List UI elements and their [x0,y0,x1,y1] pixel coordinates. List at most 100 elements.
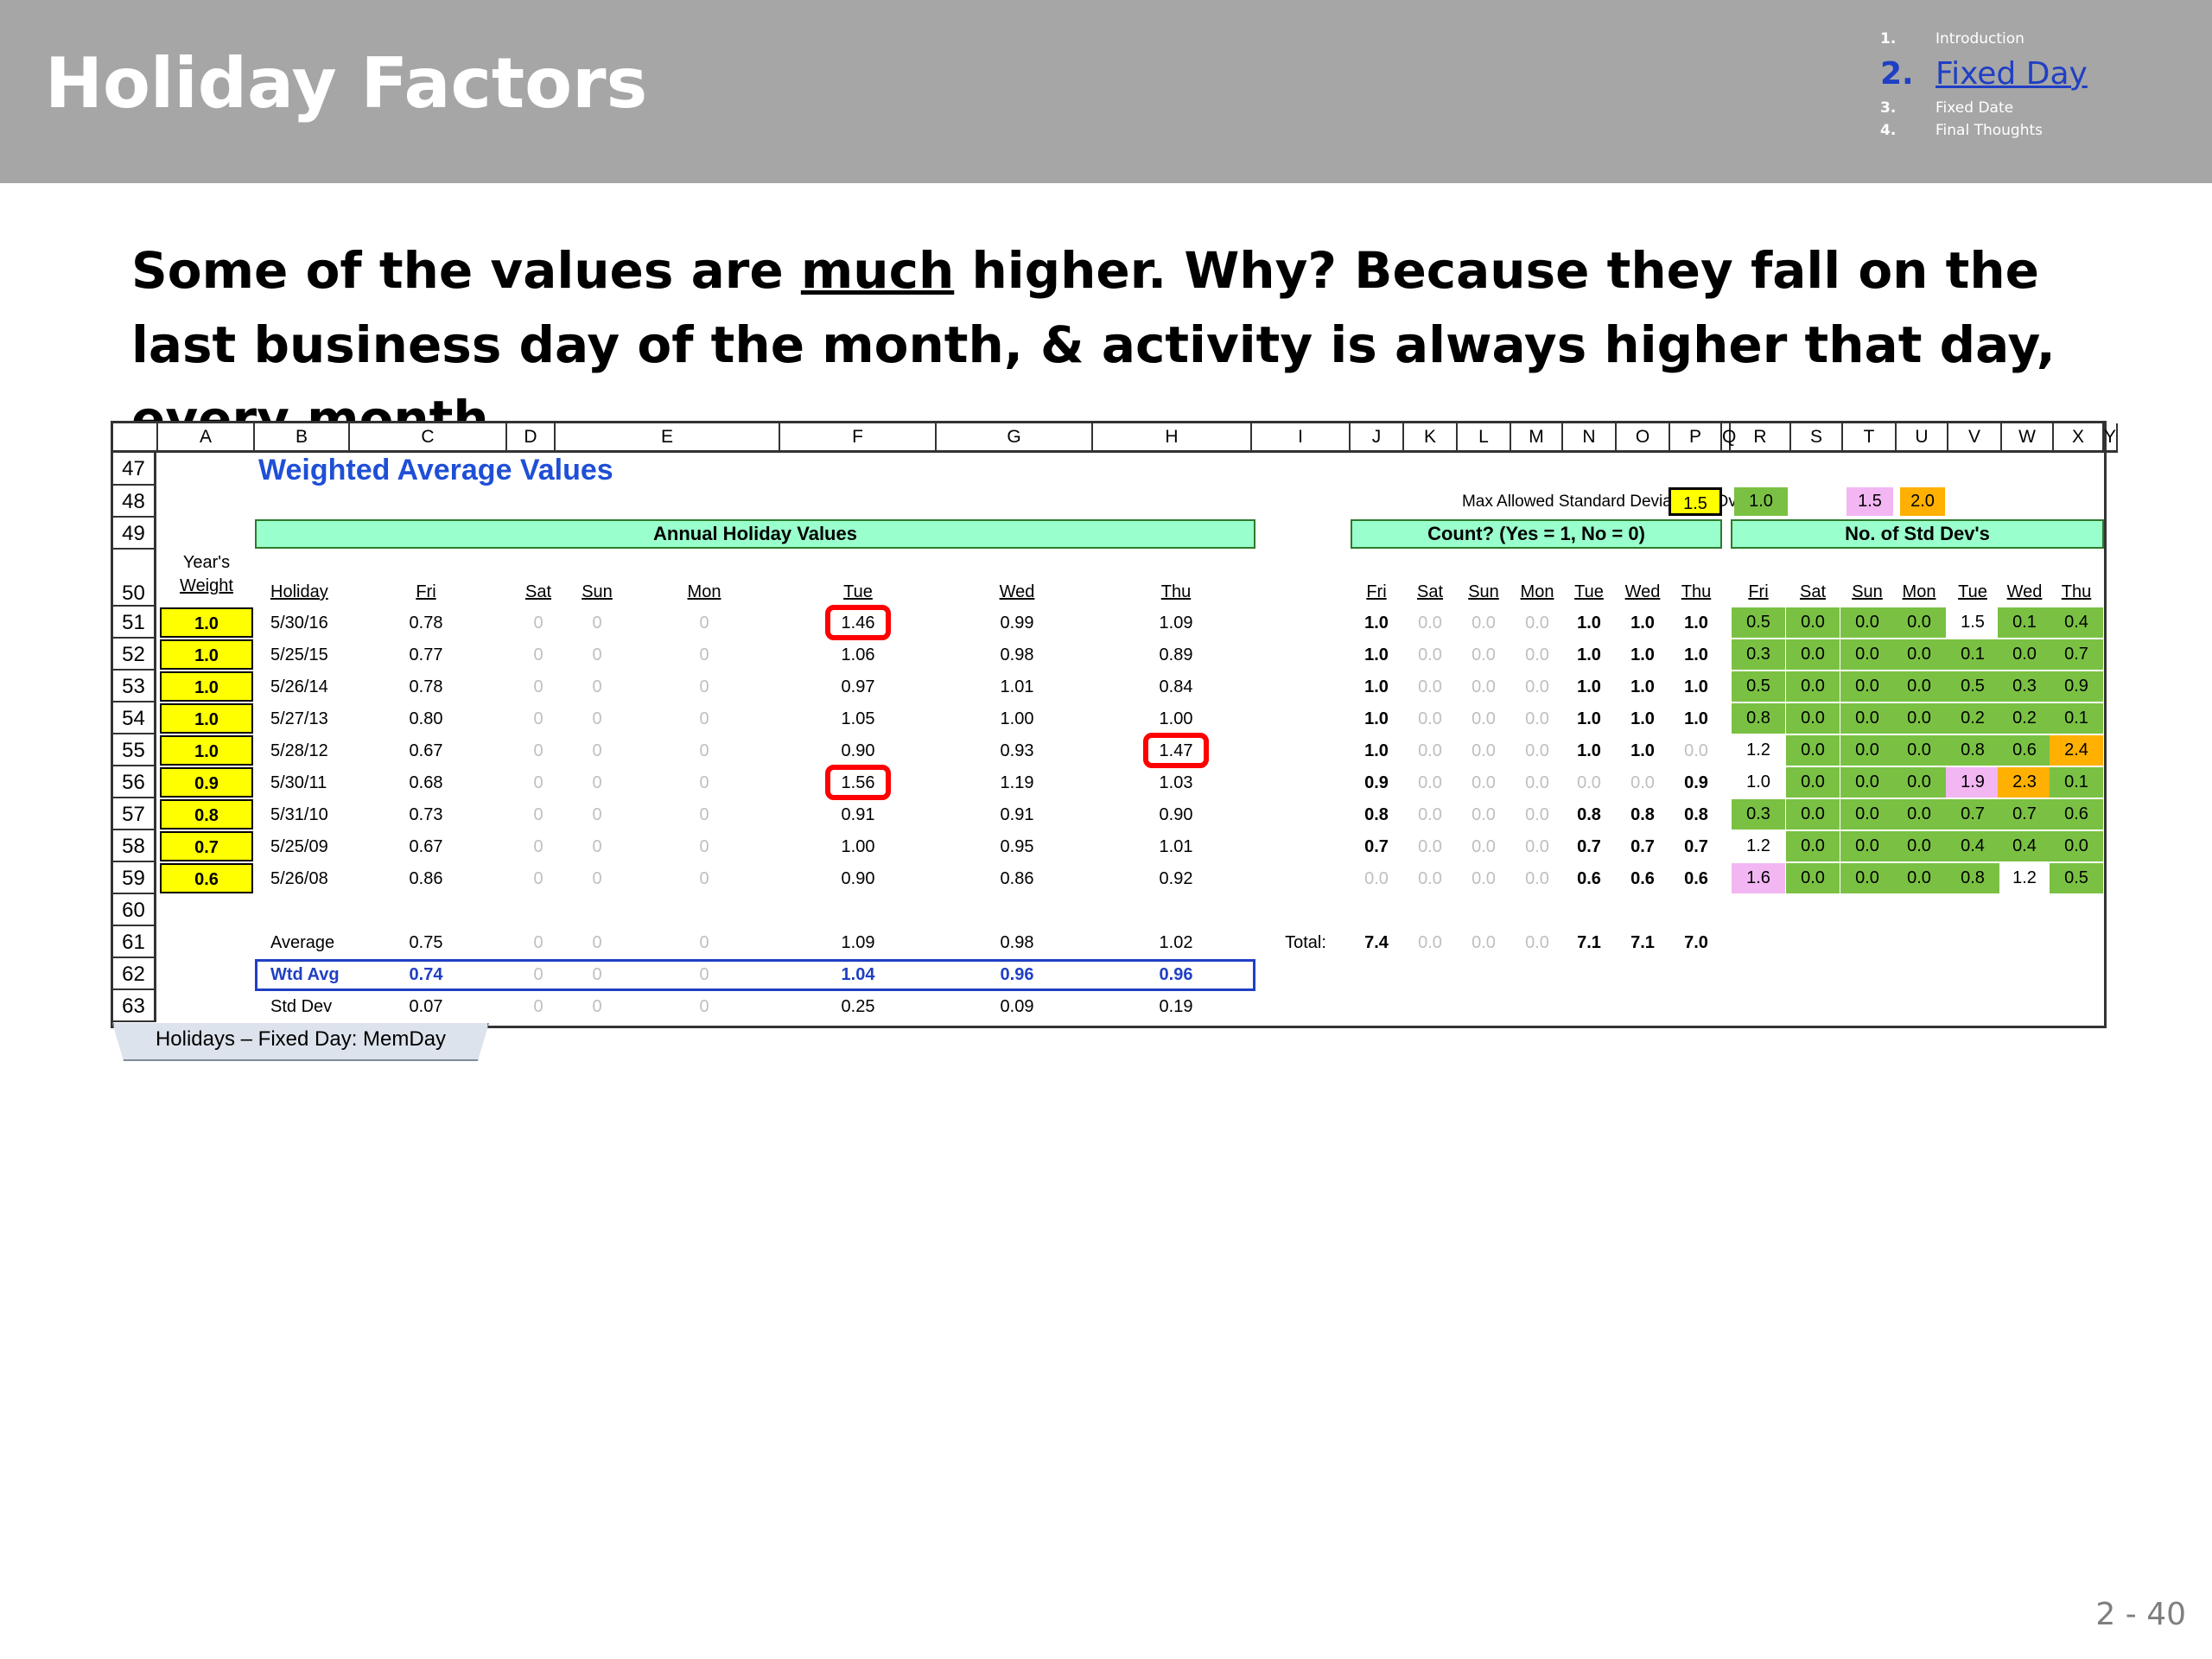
row-header-62[interactable]: 62 [113,958,156,990]
column-header-p[interactable]: P [1670,423,1722,453]
count-cell[interactable]: 0.0 [1458,736,1510,766]
std-dev-cell[interactable]: 0.1 [2050,767,2103,798]
std-dev-cell[interactable]: 0.0 [1840,639,1894,670]
annual-value-cell[interactable]: 0.98 [978,640,1056,670]
std-dev-cell[interactable]: 0.0 [1840,831,1894,861]
annual-value-cell[interactable]: 0 [665,864,743,893]
column-header-a[interactable]: A [158,423,255,453]
column-header-b[interactable]: B [255,423,350,453]
std-dev-cell[interactable]: 0.0 [1786,671,1840,702]
annual-value-cell[interactable]: 0 [665,704,743,734]
count-cell[interactable]: 0.6 [1670,864,1722,893]
std-dev-cell[interactable]: 0.5 [2050,863,2103,893]
annual-value-cell[interactable]: 1.01 [1137,832,1215,861]
count-cell[interactable]: 1.0 [1563,640,1615,670]
count-cell[interactable]: 0.0 [1351,864,1402,893]
std-dev-cell[interactable]: 1.2 [1732,831,1785,861]
max-std-value[interactable]: 1.5 [1669,487,1722,516]
annual-value-cell[interactable]: 0.90 [1137,800,1215,830]
std-dev-value[interactable]: 0.19 [1137,992,1215,1021]
count-cell[interactable]: 0.0 [1511,800,1563,830]
std-dev-cell[interactable]: 0.0 [1892,703,1946,734]
std-dev-cell[interactable]: 0.0 [1892,671,1946,702]
std-dev-cell[interactable]: 0.0 [1840,863,1894,893]
std-dev-cell[interactable]: 0.0 [1840,607,1894,638]
column-header-corner[interactable] [113,423,158,453]
std-dev-cell[interactable]: 2.3 [1998,767,2051,798]
std-dev-cell[interactable]: 0.2 [1946,703,1999,734]
std-dev-cell[interactable]: 2.4 [2050,735,2103,766]
annual-value-cell[interactable]: 0.86 [387,864,465,893]
year-weight-cell[interactable]: 1.0 [160,703,253,734]
std-dev-cell[interactable]: 0.8 [1946,863,1999,893]
annual-value-cell[interactable]: 0.90 [819,736,897,766]
column-header-n[interactable]: N [1563,423,1617,453]
total-value[interactable]: 7.1 [1617,928,1669,957]
std-dev-cell[interactable]: 0.5 [1732,607,1785,638]
total-value[interactable]: 7.1 [1563,928,1615,957]
annual-value-cell[interactable]: 1.19 [978,768,1056,798]
count-cell[interactable]: 1.0 [1617,704,1669,734]
holiday-date-cell[interactable]: 5/30/11 [270,768,357,798]
std-dev-cell[interactable]: 0.4 [1998,831,2051,861]
std-dev-cell[interactable]: 0.7 [2050,639,2103,670]
nav-item-fixed-day[interactable]: 2. Fixed Day [1880,50,2088,97]
count-cell[interactable]: 0.0 [1458,800,1510,830]
holiday-date-cell[interactable]: 5/25/09 [270,832,357,861]
std-dev-cell[interactable]: 0.4 [2050,607,2103,638]
total-value[interactable]: 0.0 [1511,928,1563,957]
average-value[interactable]: 1.02 [1137,928,1215,957]
row-header-52[interactable]: 52 [113,639,156,671]
count-cell[interactable]: 0.0 [1404,800,1456,830]
count-cell[interactable]: 1.0 [1670,672,1722,702]
annual-value-cell[interactable]: 0 [558,800,636,830]
std-dev-cell[interactable]: 0.0 [1892,607,1946,638]
count-cell[interactable]: 1.0 [1351,608,1402,638]
annual-value-cell[interactable]: 0 [558,832,636,861]
holiday-date-cell[interactable]: 5/28/12 [270,736,357,766]
std-dev-cell[interactable]: 0.6 [2050,799,2103,830]
nav-item-fixed-date[interactable]: 3. Fixed Date [1880,97,2088,119]
annual-value-cell[interactable]: 0.97 [819,672,897,702]
std-dev-cell[interactable]: 0.6 [1998,735,2051,766]
holiday-date-cell[interactable]: 5/30/16 [270,608,357,638]
count-cell[interactable]: 1.0 [1617,672,1669,702]
annual-value-cell[interactable]: 0 [665,768,743,798]
year-weight-cell[interactable]: 0.7 [160,831,253,861]
count-cell[interactable]: 0.0 [1511,672,1563,702]
count-cell[interactable]: 0.0 [1458,704,1510,734]
std-dev-cell[interactable]: 0.0 [1892,799,1946,830]
count-cell[interactable]: 1.0 [1563,704,1615,734]
annual-value-cell[interactable]: 0.90 [819,864,897,893]
column-header-j[interactable]: J [1351,423,1404,453]
annual-value-cell[interactable]: 1.00 [978,704,1056,734]
std-dev-cell[interactable]: 0.8 [1732,703,1785,734]
count-cell[interactable]: 0.0 [1511,768,1563,798]
holiday-date-cell[interactable]: 5/26/08 [270,864,357,893]
year-weight-cell[interactable]: 1.0 [160,639,253,670]
annual-value-cell[interactable]: 0.91 [819,800,897,830]
year-weight-cell[interactable]: 1.0 [160,735,253,766]
count-cell[interactable]: 0.0 [1404,736,1456,766]
std-dev-cell[interactable]: 0.3 [1732,639,1785,670]
annual-value-cell[interactable]: 0 [558,608,636,638]
row-header-53[interactable]: 53 [113,671,156,702]
count-cell[interactable]: 0.0 [1404,672,1456,702]
row-header-59[interactable]: 59 [113,862,156,894]
std-dev-cell[interactable]: 0.0 [1840,799,1894,830]
std-dev-cell[interactable]: 0.0 [1786,799,1840,830]
annual-value-cell[interactable]: 0.73 [387,800,465,830]
holiday-date-cell[interactable]: 5/25/15 [270,640,357,670]
row-header-56[interactable]: 56 [113,766,156,798]
std-dev-cell[interactable]: 1.6 [1732,863,1785,893]
row-header-61[interactable]: 61 [113,926,156,958]
std-dev-cell[interactable]: 0.7 [1998,799,2051,830]
count-cell[interactable]: 1.0 [1617,736,1669,766]
column-header-m[interactable]: M [1511,423,1563,453]
annual-value-cell[interactable]: 0.67 [387,832,465,861]
column-header-f[interactable]: F [780,423,937,453]
annual-value-cell[interactable]: 0 [665,608,743,638]
std-dev-cell[interactable]: 0.0 [1892,767,1946,798]
std-dev-cell[interactable]: 0.1 [2050,703,2103,734]
count-cell[interactable]: 0.0 [1511,864,1563,893]
